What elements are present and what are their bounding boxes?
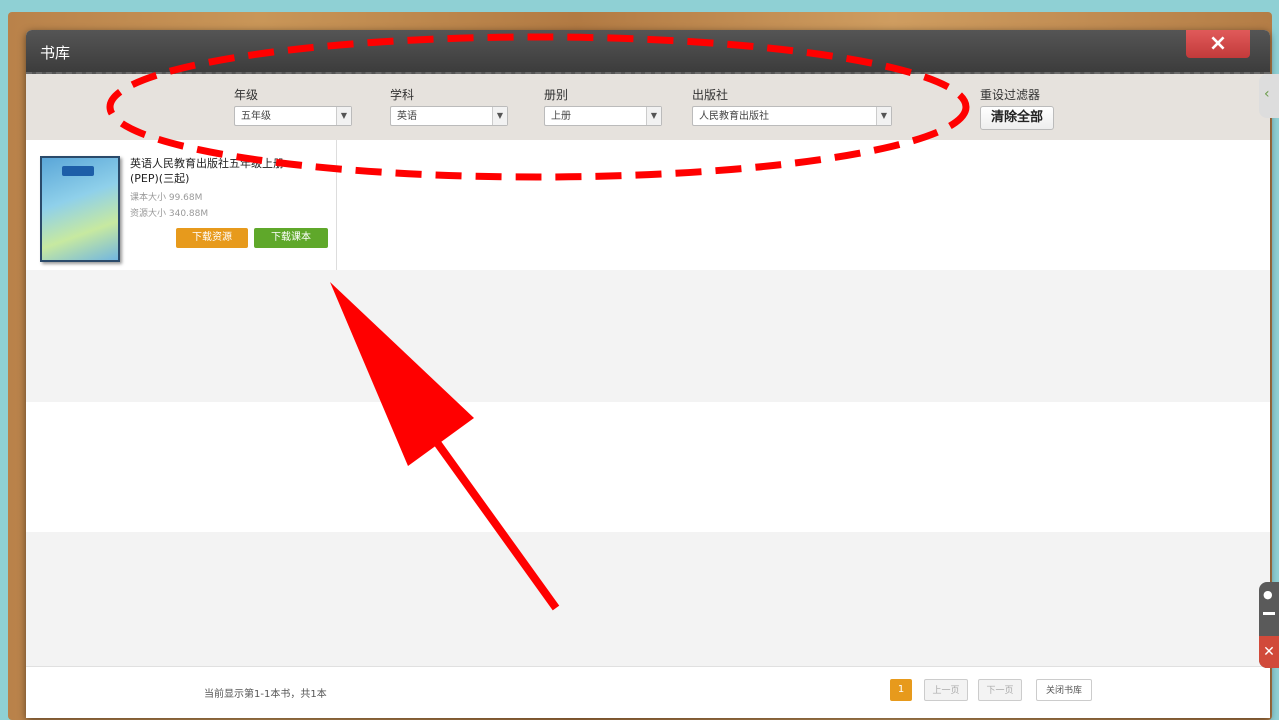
volume-select[interactable]: 上册 ▼ <box>544 106 662 126</box>
grade-filter: 年级 五年级 ▼ <box>234 86 352 126</box>
download-book-button[interactable]: 下载课本 <box>254 228 328 248</box>
library-dialog: 书库 × 年级 五年级 ▼ 学科 英语 ▼ 册别 上册 ▼ 出版社 人民教育出版… <box>26 30 1270 718</box>
title-bar: 书库 × <box>26 30 1270 74</box>
filter-bar: 年级 五年级 ▼ 学科 英语 ▼ 册别 上册 ▼ 出版社 人民教育出版社 ▼ 重… <box>26 74 1270 141</box>
close-library-button[interactable]: 关闭书库 <box>1036 679 1092 701</box>
minimize-icon[interactable] <box>1263 612 1275 615</box>
chevron-left-icon: ‹ <box>1264 86 1270 102</box>
user-icon[interactable]: ● <box>1263 588 1275 601</box>
grade-value: 五年级 <box>241 111 271 122</box>
footer: 当前显示第1-1本书，共1本 1 上一页 下一页 关闭书库 <box>26 666 1270 718</box>
chevron-down-icon: ▼ <box>492 107 507 125</box>
subject-value: 英语 <box>397 111 417 122</box>
resource-size: 资源大小 340.88M <box>130 209 209 219</box>
book-title: 英语人民教育出版社五年级上册 (PEP)(三起) <box>130 156 330 186</box>
download-resource-button[interactable]: 下载资源 <box>176 228 248 248</box>
book-title-line2: (PEP)(三起) <box>130 172 190 185</box>
volume-label: 册别 <box>544 88 569 102</box>
list-row <box>26 532 1270 667</box>
next-page-button[interactable]: 下一页 <box>978 679 1022 701</box>
reset-label: 重设过滤器 <box>980 88 1041 102</box>
book-title-line1: 英语人民教育出版社五年级上册 <box>130 157 284 170</box>
list-row <box>26 270 1270 403</box>
grade-select[interactable]: 五年级 ▼ <box>234 106 352 126</box>
volume-filter: 册别 上册 ▼ <box>544 86 662 126</box>
subject-label: 学科 <box>390 88 415 102</box>
chevron-down-icon: ▼ <box>646 107 661 125</box>
publisher-filter: 出版社 人民教育出版社 ▼ <box>692 86 892 126</box>
subject-select[interactable]: 英语 ▼ <box>390 106 508 126</box>
page-1-button[interactable]: 1 <box>890 679 912 701</box>
chevron-down-icon: ▼ <box>876 107 891 125</box>
volume-value: 上册 <box>551 111 571 122</box>
side-expand-tab[interactable]: ‹ <box>1259 74 1279 118</box>
list-row <box>26 402 1270 533</box>
clear-all-button[interactable]: 清除全部 <box>980 106 1055 130</box>
side-toolbar: ● ✕ <box>1259 582 1279 668</box>
close-icon: × <box>1208 31 1228 56</box>
cover-badge <box>62 166 94 176</box>
prev-page-button[interactable]: 上一页 <box>924 679 968 701</box>
publisher-select[interactable]: 人民教育出版社 ▼ <box>692 106 892 126</box>
dialog-title: 书库 <box>40 44 71 62</box>
close-button[interactable]: × <box>1186 30 1250 58</box>
publisher-value: 人民教育出版社 <box>699 111 769 122</box>
publisher-label: 出版社 <box>692 88 729 102</box>
book-cover-image[interactable] <box>40 156 120 262</box>
book-item[interactable]: 英语人民教育出版社五年级上册 (PEP)(三起) 课本大小 99.68M 资源大… <box>26 140 337 270</box>
book-size: 课本大小 99.68M <box>130 193 203 203</box>
chevron-down-icon: ▼ <box>336 107 351 125</box>
reset-filter: 重设过滤器 清除全部 <box>980 86 1055 130</box>
pagination-status: 当前显示第1-1本书，共1本 <box>204 689 327 700</box>
subject-filter: 学科 英语 ▼ <box>390 86 508 126</box>
close-icon[interactable]: ✕ <box>1259 636 1279 668</box>
grade-label: 年级 <box>234 88 259 102</box>
